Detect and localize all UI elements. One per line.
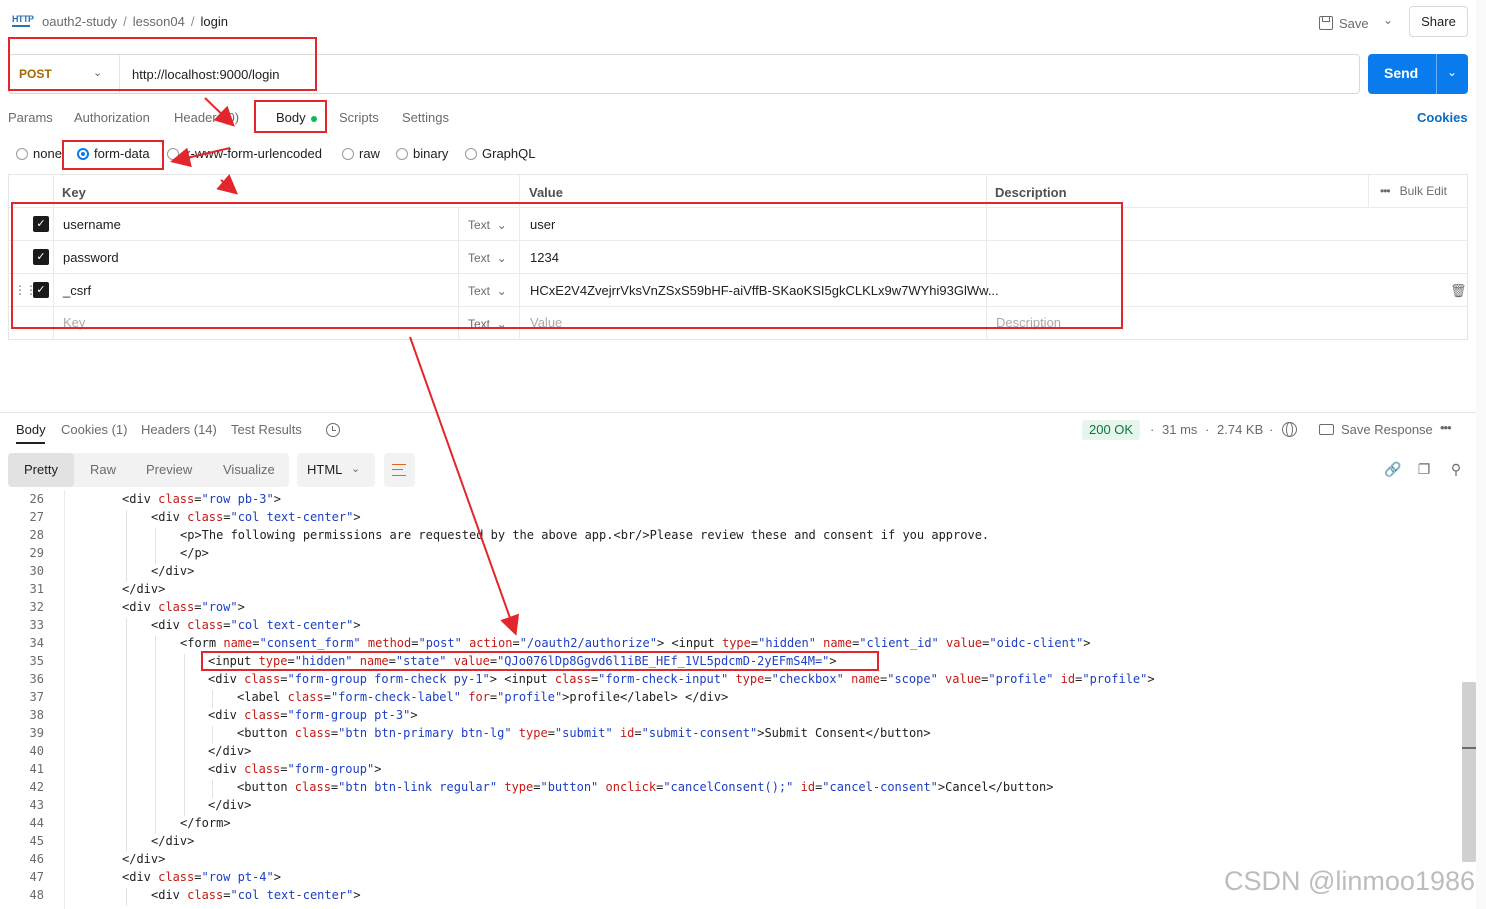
annotation-arrows (170, 97, 520, 636)
annotation-arrow (204, 97, 235, 127)
watermark: CSDN @linmoo1986 (1224, 866, 1476, 896)
annotation-arrow (170, 147, 231, 168)
annotation-arrow (409, 336, 520, 636)
annotation-arrow (216, 173, 239, 195)
